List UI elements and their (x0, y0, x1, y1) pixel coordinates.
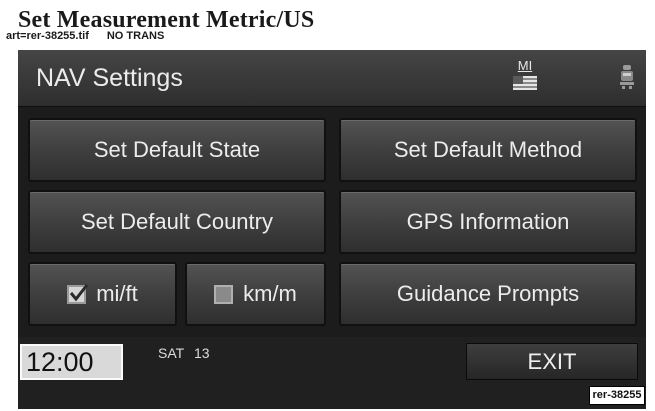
nav-settings-screen: NAV Settings MI Set Default State Set De… (18, 50, 646, 409)
art-reference: art=rer-38255.tif NO TRANS (6, 30, 164, 42)
screen-header: NAV Settings MI (18, 50, 646, 107)
checkbox-unchecked-icon (214, 284, 234, 304)
art-file-label: art=rer-38255.tif (6, 30, 89, 42)
us-flag-icon (513, 76, 537, 90)
units-indicator: MI (508, 58, 542, 94)
guidance-prompts-label: Guidance Prompts (396, 281, 580, 306)
units-indicator-label: MI (517, 58, 533, 73)
exit-button[interactable]: EXIT (466, 343, 638, 380)
reference-label: rer-38255 (589, 386, 645, 405)
units-mi-ft-label: mi/ft (96, 281, 138, 306)
screen-title: NAV Settings (36, 64, 183, 92)
units-mi-ft-button[interactable]: mi/ft (28, 262, 177, 326)
vehicle-icon (620, 65, 634, 89)
clock[interactable]: 12:00 (20, 344, 123, 380)
checkbox-checked-icon (67, 283, 89, 304)
set-default-method-label: Set Default Method (393, 137, 583, 162)
set-default-method-button[interactable]: Set Default Method (339, 118, 637, 182)
date-label: 13 (194, 345, 210, 361)
set-default-state-label: Set Default State (93, 137, 261, 162)
exit-label: EXIT (527, 348, 577, 374)
units-km-m-label: km/m (243, 281, 297, 306)
units-km-m-button[interactable]: km/m (185, 262, 326, 326)
gps-information-label: GPS Information (406, 209, 570, 234)
set-default-country-button[interactable]: Set Default Country (28, 190, 326, 254)
set-default-country-label: Set Default Country (81, 209, 273, 234)
no-trans-label: NO TRANS (106, 30, 165, 42)
gps-information-button[interactable]: GPS Information (339, 190, 637, 254)
guidance-prompts-button[interactable]: Guidance Prompts (339, 262, 637, 326)
status-bar: 12:00 SAT 13 EXIT rer-38255 (18, 337, 646, 409)
set-default-state-button[interactable]: Set Default State (28, 118, 326, 182)
day-label: SAT (158, 345, 185, 361)
